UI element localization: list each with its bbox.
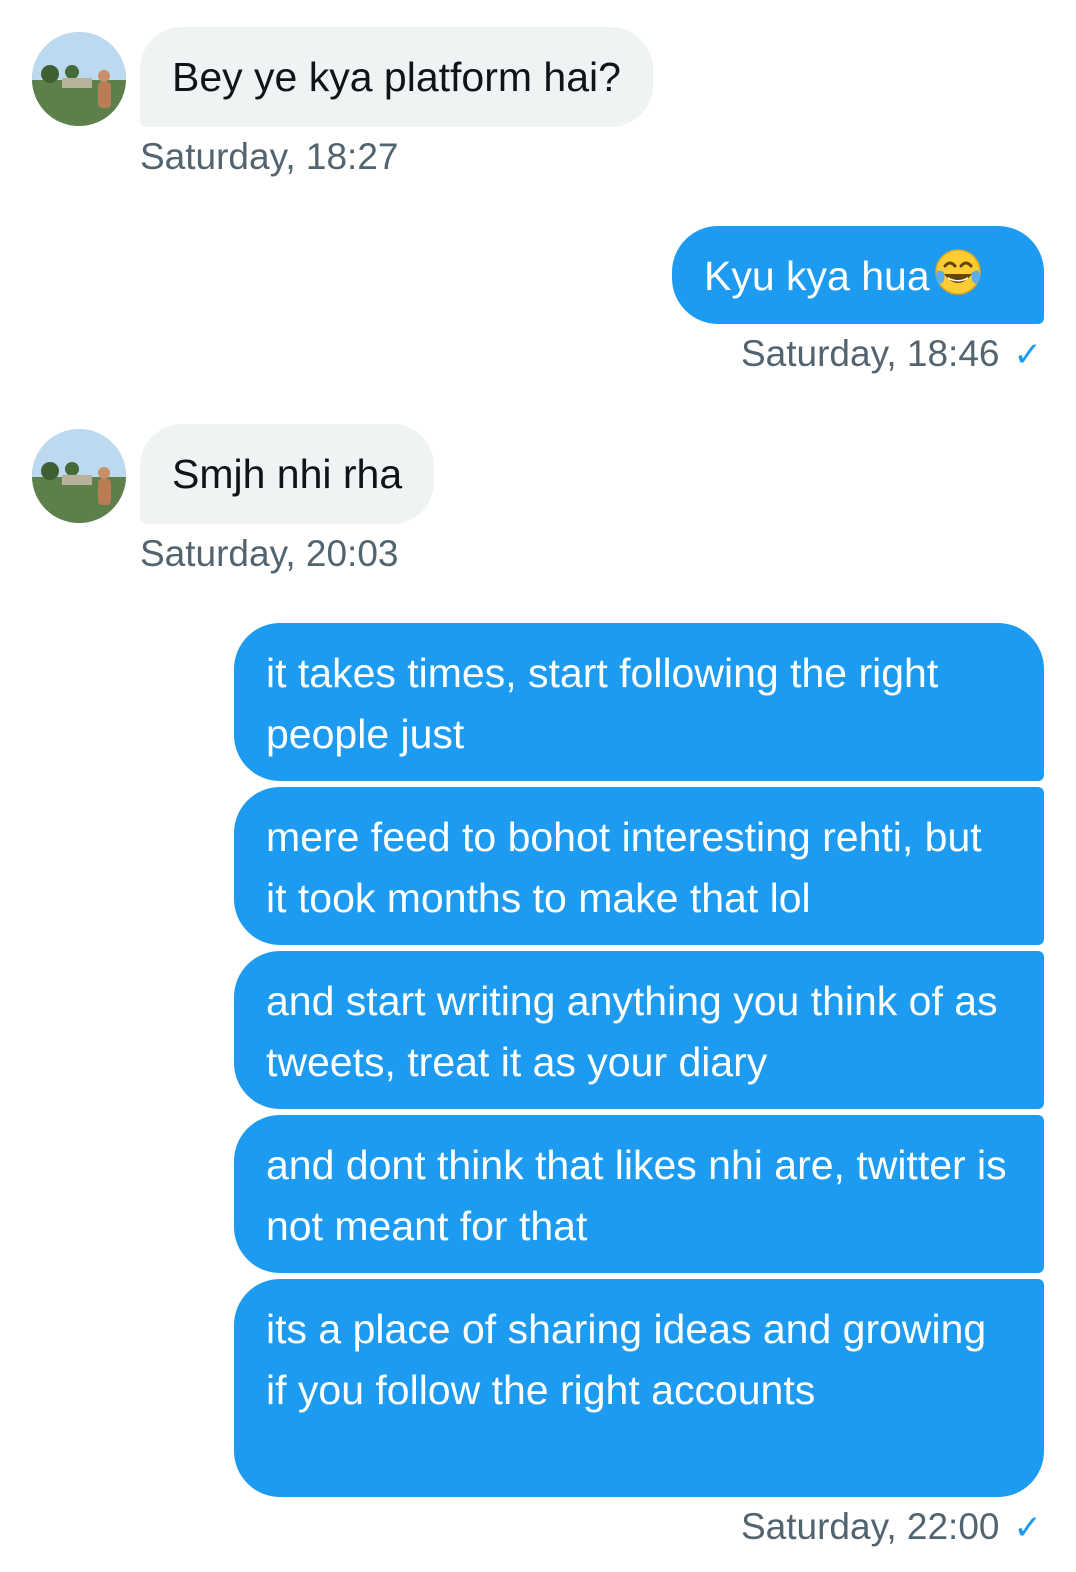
avatar-photo-icon [32, 32, 126, 126]
message-timestamp: Saturday, 18:46 ✓ [741, 332, 1042, 377]
message-bubble-outgoing[interactable]: it takes times, start following the righ… [234, 623, 1044, 781]
message-text: and dont think that likes nhi are, twitt… [266, 1142, 1007, 1249]
message-text: mere feed to bohot interesting rehti, bu… [266, 814, 982, 921]
checkmark-icon: ✓ [1013, 336, 1043, 374]
message-bubble-outgoing[interactable]: Kyu kya hua [672, 226, 1044, 324]
message-text: and start writing anything you think of … [266, 978, 998, 1085]
message-timestamp: Saturday, 22:00 ✓ [741, 1505, 1042, 1550]
message-timestamp: Saturday, 18:27 [140, 136, 399, 177]
message-text: Smjh nhi rha [172, 451, 403, 497]
message-timestamp: Saturday, 20:03 [140, 533, 399, 574]
sender-avatar[interactable] [32, 429, 126, 523]
message-bubble-outgoing[interactable]: and dont think that likes nhi are, twitt… [234, 1115, 1044, 1273]
message-bubble-outgoing[interactable]: and start writing anything you think of … [234, 951, 1044, 1109]
message-text: Bey ye kya platform hai? [172, 54, 621, 100]
message-bubble-outgoing[interactable]: mere feed to bohot interesting rehti, bu… [234, 787, 1044, 945]
message-text: Kyu kya hua [704, 253, 930, 299]
message-text: it takes times, start following the righ… [266, 650, 939, 757]
message-bubble-incoming[interactable]: Smjh nhi rha [140, 424, 435, 524]
message-bubble-incoming[interactable]: Bey ye kya platform hai? [140, 27, 653, 127]
checkmark-icon: ✓ [1013, 1509, 1043, 1547]
face-with-tears-of-joy-icon [934, 249, 981, 295]
message-bubble-outgoing[interactable]: its a place of sharing ideas and growing… [234, 1279, 1044, 1497]
dm-thread: Bey ye kya platform hai? Saturday, 18:27… [0, 0, 1076, 1572]
message-text: its a place of sharing ideas and growing… [266, 1306, 987, 1413]
sender-avatar[interactable] [32, 32, 126, 126]
avatar-photo-icon [32, 429, 126, 523]
